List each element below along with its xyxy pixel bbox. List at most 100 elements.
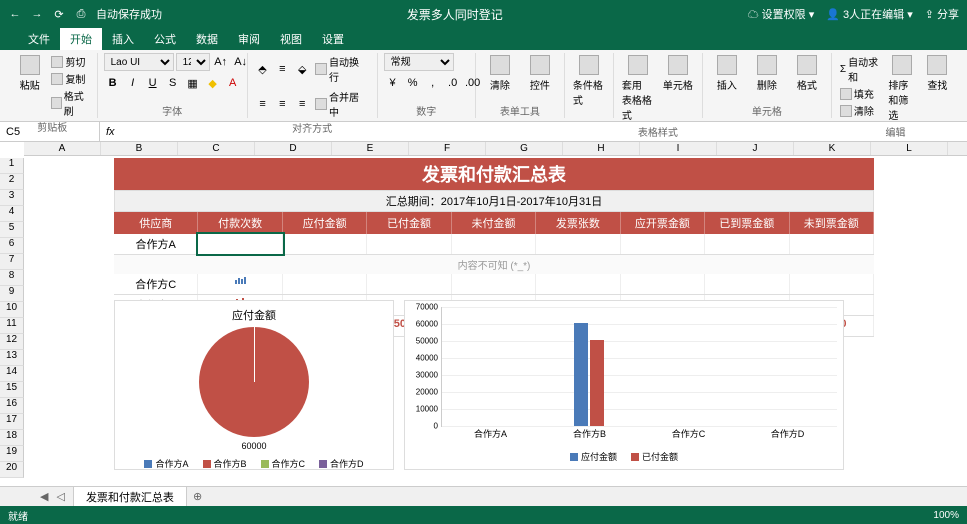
align-right-icon[interactable]: ≡ [293,95,311,113]
clear2-button[interactable]: 清除 [838,102,883,119]
row-header[interactable]: 4 [0,206,24,222]
cell[interactable] [621,234,705,254]
currency-icon[interactable]: ¥ [384,74,402,92]
permission-button[interactable]: ☁ 设置权限 ▾ [748,6,815,22]
bar-chart[interactable]: 010000200003000040000500006000070000 合作方… [404,300,844,470]
col-header[interactable]: B [101,142,178,155]
row-header[interactable]: 3 [0,190,24,206]
merge-button[interactable]: 合并居中 [313,88,370,120]
prev-sheet-icon[interactable]: ◁ [56,490,64,503]
formatpainter-button[interactable]: 格式刷 [49,87,90,119]
col-header[interactable]: I [640,142,717,155]
clear-button[interactable]: 清除 [482,53,518,94]
comma-icon[interactable]: , [424,74,442,92]
forward-icon[interactable]: → [30,7,44,21]
row-header[interactable]: 12 [0,334,24,350]
insert-cell-button[interactable]: 插入 [709,53,745,94]
supplier-cell[interactable]: 合作方C [114,274,198,294]
number-format-select[interactable]: 常规 [384,53,454,71]
row-header[interactable]: 19 [0,446,24,462]
cell[interactable] [198,234,282,254]
autosum-button[interactable]: Σ自动求和 [838,53,883,85]
inc-decimal-icon[interactable]: .0 [444,74,462,92]
cell[interactable] [283,274,367,294]
sparkline-cell[interactable] [198,274,282,294]
sort-filter-button[interactable]: 排序和筛选 [886,53,917,124]
share-button[interactable]: ⇪ 分享 [925,6,959,22]
name-box[interactable]: C5 [0,122,100,141]
ribbon-tab-4[interactable]: 数据 [186,28,228,50]
bold-button[interactable]: B [104,74,122,92]
col-header[interactable]: K [794,142,871,155]
cell[interactable] [452,234,536,254]
find-button[interactable]: 查找 [922,53,953,94]
strike-button[interactable]: S [164,74,182,92]
copy-button[interactable]: 复制 [49,70,90,87]
paste-button[interactable]: 粘贴 [14,53,45,94]
align-left-icon[interactable]: ≡ [254,95,272,113]
back-icon[interactable]: ← [8,7,22,21]
ribbon-tab-2[interactable]: 插入 [102,28,144,50]
ribbon-tab-0[interactable]: 文件 [18,28,60,50]
align-middle-icon[interactable]: ≡ [273,60,291,78]
border-button[interactable]: ▦ [184,74,202,92]
cell[interactable] [705,234,789,254]
pie-chart[interactable]: 应付金额 60000 合作方A合作方B合作方C合作方D [114,300,394,470]
row-header[interactable]: 13 [0,350,24,366]
row-header[interactable]: 14 [0,366,24,382]
row-header[interactable]: 8 [0,270,24,286]
cell[interactable] [283,234,367,254]
condfmt-button[interactable]: 条件格式 [571,53,607,109]
row-header[interactable]: 20 [0,462,24,478]
supplier-cell[interactable]: 合作方A [114,234,198,254]
cell[interactable] [790,234,874,254]
col-header[interactable]: G [486,142,563,155]
row-header[interactable]: 18 [0,430,24,446]
col-header[interactable]: J [717,142,794,155]
sheet-tab[interactable]: 发票和付款汇总表 [73,486,187,507]
col-header[interactable]: F [409,142,486,155]
row-header[interactable]: 5 [0,222,24,238]
font-color-button[interactable]: A [224,74,242,92]
fill-color-button[interactable]: ◆ [204,74,222,92]
row-header[interactable]: 9 [0,286,24,302]
refresh-icon[interactable]: ⟳ [52,7,66,21]
first-sheet-icon[interactable]: ◀ [40,490,48,503]
row-header[interactable]: 7 [0,254,24,270]
col-header[interactable]: H [563,142,640,155]
row-header[interactable]: 11 [0,318,24,334]
row-header[interactable]: 10 [0,302,24,318]
table-row[interactable]: 合作方C [114,274,874,295]
ribbon-tab-3[interactable]: 公式 [144,28,186,50]
increase-font-icon[interactable]: A↑ [212,53,230,71]
align-center-icon[interactable]: ≡ [273,95,291,113]
cellstyle-button[interactable]: 单元格 [660,53,696,94]
table-row[interactable]: 合作方A [114,234,874,255]
col-header[interactable]: C [178,142,255,155]
italic-button[interactable]: I [124,74,142,92]
format-cell-button[interactable]: 格式 [789,53,825,94]
col-header[interactable]: A [24,142,101,155]
row-header[interactable]: 16 [0,398,24,414]
row-header[interactable]: 17 [0,414,24,430]
zoom-level[interactable]: 100% [933,510,959,521]
row-header[interactable]: 6 [0,238,24,254]
ribbon-tab-6[interactable]: 视图 [270,28,312,50]
ribbon-tab-7[interactable]: 设置 [312,28,354,50]
percent-icon[interactable]: % [404,74,422,92]
cut-button[interactable]: 剪切 [49,53,90,70]
formula-input[interactable]: fx [100,122,967,141]
col-header[interactable]: D [255,142,332,155]
cell[interactable] [536,234,620,254]
delete-cell-button[interactable]: 删除 [749,53,785,94]
fill-button[interactable]: 填充 [838,85,883,102]
editing-users[interactable]: 👤 3人正在编辑 ▾ [826,6,912,22]
col-header[interactable]: E [332,142,409,155]
cell[interactable] [367,234,451,254]
add-sheet-icon[interactable]: ⊕ [193,490,202,503]
apply-tablefmt-button[interactable]: 套用表格格式 [620,53,656,124]
align-top-icon[interactable]: ⬘ [254,60,272,78]
ribbon-tab-5[interactable]: 审阅 [228,28,270,50]
ribbon-tab-1[interactable]: 开始 [60,28,102,50]
control-button[interactable]: 控件 [522,53,558,94]
